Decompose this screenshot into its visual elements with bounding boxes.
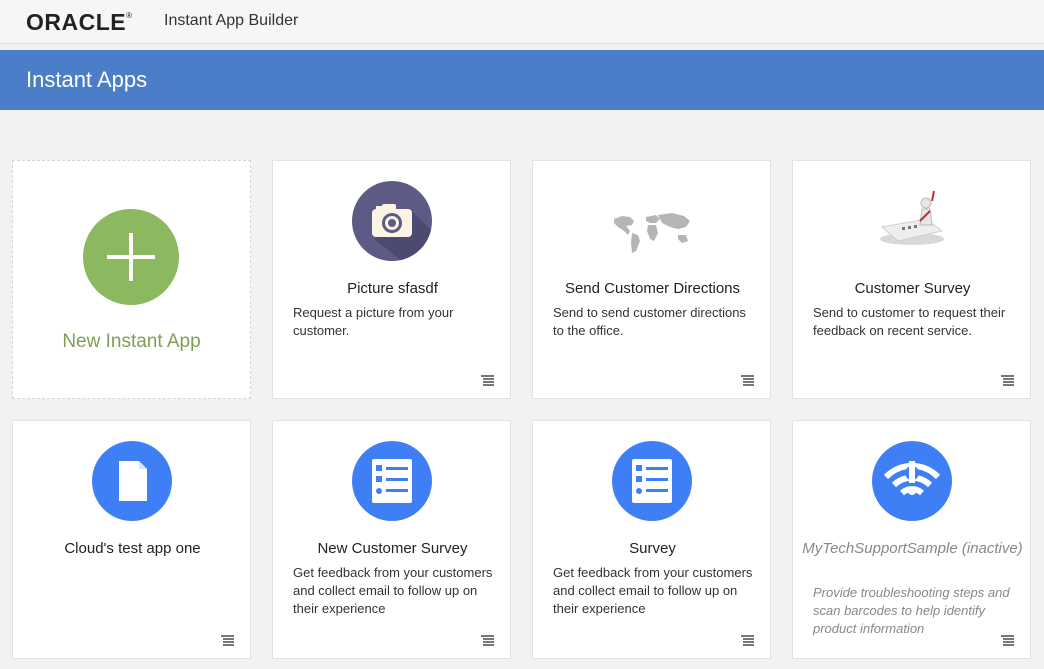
app-card-survey[interactable]: Survey Get feedback from your customers … xyxy=(532,420,771,659)
app-card-tech-support[interactable]: MyTechSupportSample (inactive) Provide t… xyxy=(792,420,1031,659)
camera-icon xyxy=(352,181,432,261)
card-menu-icon[interactable] xyxy=(481,375,494,386)
card-title: New Customer Survey xyxy=(317,540,468,557)
app-card-customer-survey[interactable]: Customer Survey Send to customer to requ… xyxy=(792,160,1031,399)
top-bar: ORACLE® Instant App Builder xyxy=(0,0,1044,44)
brand-name: ORACLE xyxy=(26,9,127,35)
card-description: Get feedback from your customers and col… xyxy=(553,565,753,616)
survey-figure-icon xyxy=(872,181,952,261)
card-description: Get feedback from your customers and col… xyxy=(293,565,493,616)
card-menu-icon[interactable] xyxy=(481,635,494,646)
checklist-icon xyxy=(612,441,692,521)
card-description: Provide troubleshooting steps and scan b… xyxy=(813,585,1010,636)
app-card-new-customer-survey[interactable]: New Customer Survey Get feedback from yo… xyxy=(272,420,511,659)
plus-icon xyxy=(83,209,179,305)
card-description: Request a picture from your customer. xyxy=(293,305,454,338)
card-title: MyTechSupportSample (inactive) xyxy=(802,540,1023,557)
card-menu-icon[interactable] xyxy=(741,375,754,386)
app-card-cloud-test[interactable]: Cloud's test app one xyxy=(12,420,251,659)
page-title: Instant Apps xyxy=(26,67,148,92)
card-title: Survey xyxy=(629,540,676,557)
wifi-alert-icon xyxy=(872,441,952,521)
world-map-icon xyxy=(612,181,692,261)
card-menu-icon[interactable] xyxy=(741,635,754,646)
document-icon xyxy=(92,441,172,521)
card-menu-icon[interactable] xyxy=(1001,635,1014,646)
new-instant-app-label: New Instant App xyxy=(62,331,201,352)
card-description: Send to send customer directions to the … xyxy=(553,305,746,338)
checklist-icon xyxy=(352,441,432,521)
card-title: Customer Survey xyxy=(854,280,971,297)
app-card-picture[interactable]: Picture sfasdf Request a picture from yo… xyxy=(272,160,511,399)
card-menu-icon[interactable] xyxy=(1001,375,1014,386)
registered-mark: ® xyxy=(126,11,133,20)
card-title: Cloud's test app one xyxy=(64,540,201,557)
card-description: Send to customer to request their feedba… xyxy=(813,305,1006,338)
page-banner: Instant Apps xyxy=(0,50,1044,110)
card-title: Picture sfasdf xyxy=(347,280,438,297)
card-menu-icon[interactable] xyxy=(221,635,234,646)
oracle-logo[interactable]: ORACLE® xyxy=(26,9,133,36)
app-card-directions[interactable]: Send Customer Directions Send to send cu… xyxy=(532,160,771,399)
app-name: Instant App Builder xyxy=(164,12,299,29)
card-title: Send Customer Directions xyxy=(564,280,741,297)
new-instant-app-card[interactable]: New Instant App xyxy=(12,160,251,399)
